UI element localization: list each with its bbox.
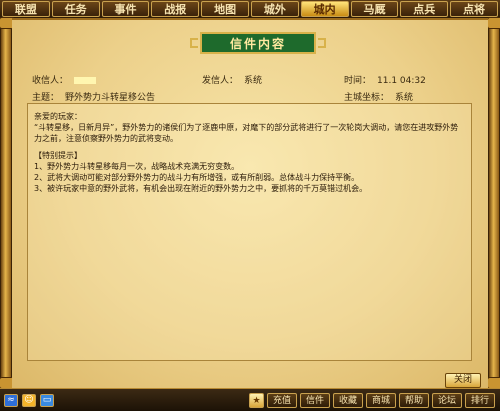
tab-inside-city[interactable]: 城内: [300, 1, 349, 17]
top-navigation: 联盟 任务 事件 战报 地图 城外 城内 马厩 点兵 点将: [0, 0, 500, 18]
greeting-text: 亲爱的玩家：: [34, 112, 82, 121]
tab-events[interactable]: 事件: [101, 1, 150, 17]
body-paragraph: “斗转星移，日新月异”，野外势力的诸侯们为了逐鹿中原，对麾下的部分武将进行了一次…: [34, 123, 459, 143]
bottom-toolbar: ≈ ☺ ▭ ★ 充值 信件 收藏 商城 帮助 论坛 排行: [0, 388, 500, 411]
forum-button[interactable]: 论坛: [432, 393, 462, 408]
window-icon[interactable]: ▭: [40, 394, 54, 407]
time-value: 11.1 04:32: [377, 76, 426, 86]
mail-title-badge: 信件内容: [190, 32, 326, 54]
recipient-value: [74, 77, 97, 84]
tip-item: 2、武将大调动可能对部分野外势力的战斗力有所增强，或有所削弱。总体战斗力保持平衡…: [34, 173, 360, 182]
shop-button[interactable]: 商城: [366, 393, 396, 408]
time-label: 时间：: [344, 76, 372, 86]
main-city-value: 系统: [395, 93, 414, 103]
help-button[interactable]: 帮助: [399, 393, 429, 408]
subject-value: 野外势力斗转星移公告: [65, 93, 156, 103]
collect-button[interactable]: 收藏: [333, 393, 363, 408]
mail-title: 信件内容: [229, 36, 286, 51]
recipient-row: 收信人：: [32, 73, 97, 86]
tips-header: 【特别提示】: [34, 151, 82, 160]
mail-body: 亲爱的玩家： “斗转星移，日新月异”，野外势力的诸侯们为了逐鹿中原，对麾下的部分…: [27, 103, 472, 361]
tab-stable[interactable]: 马厩: [350, 1, 399, 17]
rank-button[interactable]: 排行: [465, 393, 495, 408]
sender-label: 发信人：: [202, 76, 239, 86]
tab-alliance[interactable]: 联盟: [2, 1, 50, 17]
tab-map[interactable]: 地图: [201, 1, 249, 17]
main-city-label: 主城坐标：: [344, 93, 390, 103]
left-pillar-ornament: [0, 17, 15, 389]
subject-label: 主题：: [32, 93, 60, 103]
tab-troops[interactable]: 点兵: [400, 1, 449, 17]
time-row: 时间： 11.1 04:32: [344, 73, 426, 86]
tip-item: 1、野外势力斗转星移每月一次，战略战术充满无穷变数。: [34, 162, 240, 171]
close-button[interactable]: 关闭: [445, 373, 481, 388]
tip-item: 3、被许玩家中意的野外武将，有机会出现在附近的野外势力之中，要抓将的千万莫错过机…: [34, 184, 368, 193]
tab-battle-report[interactable]: 战报: [151, 1, 200, 17]
sender-row: 发信人： 系统: [202, 73, 262, 86]
tab-tasks[interactable]: 任务: [51, 1, 100, 17]
star-icon[interactable]: ★: [249, 393, 264, 408]
chat-icon[interactable]: ≈: [4, 394, 18, 407]
sender-value: 系统: [244, 76, 263, 86]
emoji-icon[interactable]: ☺: [22, 394, 36, 407]
mail-button[interactable]: 信件: [300, 393, 330, 408]
recipient-label: 收信人：: [32, 76, 69, 86]
main-city-row: 主城坐标： 系统: [344, 90, 413, 103]
recharge-button[interactable]: 充值: [267, 393, 297, 408]
tab-outside-city[interactable]: 城外: [250, 1, 299, 17]
right-pillar-ornament: [487, 17, 500, 389]
tab-generals[interactable]: 点将: [450, 1, 498, 17]
subject-row: 主题： 野外势力斗转星移公告: [32, 90, 155, 103]
mail-panel: 信件内容 收信人： 发信人： 系统 时间： 11.1 04:32 主题： 野外势力斗转…: [12, 18, 488, 388]
